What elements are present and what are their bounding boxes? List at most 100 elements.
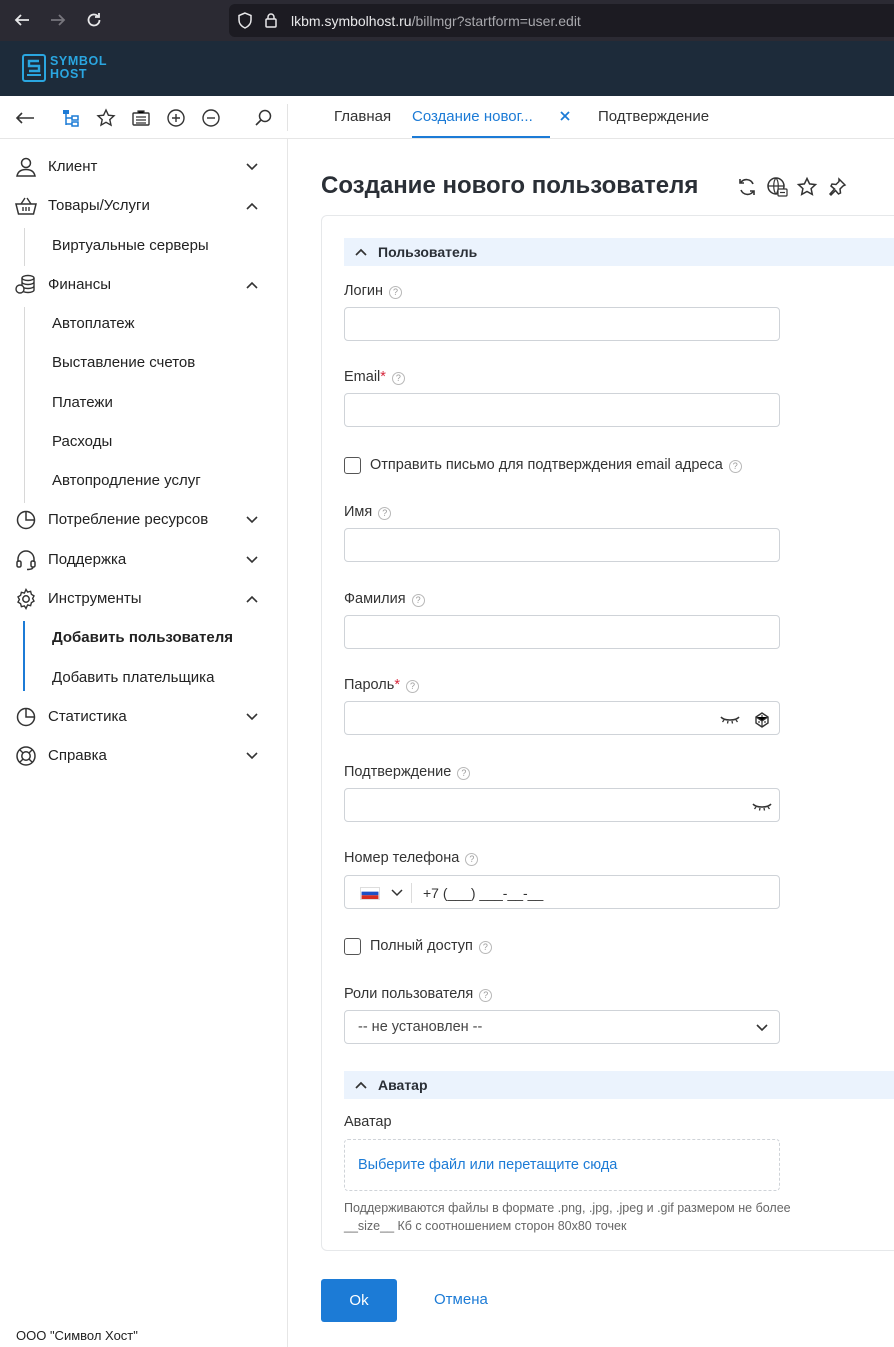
cancel-button[interactable]: Отмена — [434, 1291, 488, 1308]
surname-label: Фамилия? — [344, 591, 425, 607]
chevron-up-icon[interactable] — [244, 278, 260, 292]
page-title: Создание нового пользователя — [321, 172, 699, 199]
user-icon — [16, 157, 36, 177]
avatar-dropzone[interactable]: Выберите файл или перетащите сюда — [344, 1139, 780, 1191]
sidebar-item-autorenewal[interactable]: Автопродление услуг — [0, 463, 287, 499]
section-user-header[interactable]: Пользователь — [344, 238, 894, 266]
reload-icon[interactable] — [84, 10, 104, 30]
confirm-password-input[interactable] — [344, 788, 780, 822]
help-icon[interactable]: ? — [465, 853, 479, 866]
chevron-down-icon[interactable] — [244, 710, 260, 724]
star-icon[interactable] — [95, 107, 117, 129]
back-arrow-icon[interactable] — [12, 10, 32, 30]
search-icon[interactable] — [252, 107, 274, 129]
url-text: lkbm.symbolhost.ru/billmgr?startform=use… — [291, 13, 581, 29]
close-tab-icon[interactable] — [557, 108, 573, 124]
tab-confirmation[interactable]: Подтверждение — [598, 108, 709, 125]
send-confirm-label: Отправить письмо для подтверждения email… — [370, 457, 742, 473]
logo-text: SYMBOL HOST — [50, 54, 108, 81]
generate-password-dice-icon[interactable] — [751, 710, 773, 728]
sidebar-item-invoicing[interactable]: Выставление счетов — [0, 345, 287, 381]
help-icon[interactable]: ? — [378, 507, 392, 520]
tree-structure-icon[interactable] — [60, 107, 82, 129]
sidebar-item-add-user[interactable]: Добавить пользователя — [0, 620, 287, 656]
sidebar-item-statistics[interactable]: Статистика — [0, 699, 287, 735]
help-icon[interactable]: ? — [479, 989, 493, 1002]
confirm-label: Подтверждение? — [344, 764, 471, 780]
sidebar-item-add-payer[interactable]: Добавить плательщика — [0, 660, 287, 696]
avatar-hint: Поддерживаются файлы в формате .png, .jp… — [344, 1201, 791, 1233]
help-icon[interactable]: ? — [405, 680, 419, 693]
help-icon[interactable]: ? — [411, 594, 425, 607]
zoom-in-icon[interactable] — [165, 107, 187, 129]
pin-icon[interactable] — [826, 176, 848, 198]
sidebar-item-products[interactable]: Товары/Услуги — [0, 188, 287, 224]
sidebar: Клиент Товары/Услуги Виртуальные серверы… — [0, 139, 288, 1347]
russia-flag-icon[interactable] — [360, 887, 380, 900]
sidebar-item-finance[interactable]: Финансы — [0, 267, 287, 303]
page-root: lkbm.symbolhost.ru/billmgr?startform=use… — [0, 0, 894, 1347]
login-input[interactable] — [344, 307, 780, 341]
sidebar-item-virtual-servers[interactable]: Виртуальные серверы — [0, 228, 287, 264]
company-footer: ООО "Символ Хост" — [16, 1328, 138, 1343]
phone-value: +7 (___) ___-__-__ — [423, 885, 544, 901]
email-input[interactable] — [344, 393, 780, 427]
phone-input[interactable]: +7 (___) ___-__-__ — [344, 875, 780, 909]
roles-select[interactable]: -- не установлен -- — [344, 1010, 780, 1044]
sidebar-item-expenses[interactable]: Расходы — [0, 424, 287, 460]
lock-icon[interactable] — [264, 12, 278, 29]
full-access-label: Полный доступ? — [370, 938, 492, 954]
chevron-down-icon[interactable] — [391, 887, 403, 897]
tab-home[interactable]: Главная — [334, 108, 391, 125]
refresh-icon[interactable] — [736, 176, 758, 198]
sidebar-item-client[interactable]: Клиент — [0, 149, 287, 185]
phone-label: Номер телефона? — [344, 850, 479, 866]
login-label: Логин? — [344, 283, 402, 299]
chevron-up-icon[interactable] — [244, 199, 260, 213]
password-label: Пароль*? — [344, 677, 419, 693]
help-icon[interactable]: ? — [728, 460, 742, 473]
send-confirm-checkbox[interactable] — [344, 457, 361, 474]
avatar-drop-text[interactable]: Выберите файл или перетащите сюда — [358, 1157, 617, 1173]
tab-create-user[interactable]: Создание новог... — [412, 108, 533, 125]
forward-arrow-icon[interactable] — [48, 10, 68, 30]
pie-chart-icon — [16, 510, 36, 530]
symbolhost-logo[interactable]: SYMBOL HOST — [22, 54, 132, 84]
star-icon[interactable] — [796, 176, 818, 198]
help-icon[interactable]: ? — [457, 767, 471, 780]
help-icon[interactable]: ? — [478, 941, 492, 954]
globe-link-icon[interactable] — [766, 176, 788, 198]
chevron-down-icon[interactable] — [244, 749, 260, 763]
name-label: Имя? — [344, 504, 392, 520]
sidebar-item-support[interactable]: Поддержка — [0, 542, 287, 578]
sidebar-item-payments[interactable]: Платежи — [0, 385, 287, 421]
name-input[interactable] — [344, 528, 780, 562]
chevron-down-icon[interactable] — [244, 160, 260, 174]
ok-button[interactable]: Ok — [321, 1279, 397, 1322]
chevron-down-icon[interactable] — [244, 553, 260, 567]
pie-chart-icon — [16, 707, 36, 727]
eye-closed-icon[interactable] — [719, 710, 741, 728]
briefcase-icon[interactable] — [130, 107, 152, 129]
lifebuoy-icon — [16, 746, 36, 766]
chevron-up-icon — [355, 248, 367, 256]
address-bar[interactable]: lkbm.symbolhost.ru/billmgr?startform=use… — [229, 4, 894, 37]
sidebar-item-resources[interactable]: Потребление ресурсов — [0, 502, 287, 538]
help-icon[interactable]: ? — [388, 286, 402, 299]
chevron-up-icon[interactable] — [244, 592, 260, 606]
sidebar-item-tools[interactable]: Инструменты — [0, 581, 287, 617]
eye-closed-icon[interactable] — [751, 797, 773, 815]
sidebar-item-help[interactable]: Справка — [0, 738, 287, 774]
chevron-down-icon[interactable] — [755, 1022, 769, 1034]
help-icon[interactable]: ? — [391, 372, 405, 385]
password-input[interactable] — [344, 701, 780, 735]
required-mark: * — [394, 677, 400, 693]
sidebar-item-autopayment[interactable]: Автоплатеж — [0, 306, 287, 342]
collapse-menu-icon[interactable] — [14, 107, 36, 129]
chevron-down-icon[interactable] — [244, 513, 260, 527]
surname-input[interactable] — [344, 615, 780, 649]
section-avatar-header[interactable]: Аватар — [344, 1071, 894, 1099]
shield-icon[interactable] — [237, 12, 253, 29]
zoom-out-icon[interactable] — [200, 107, 222, 129]
full-access-checkbox[interactable] — [344, 938, 361, 955]
